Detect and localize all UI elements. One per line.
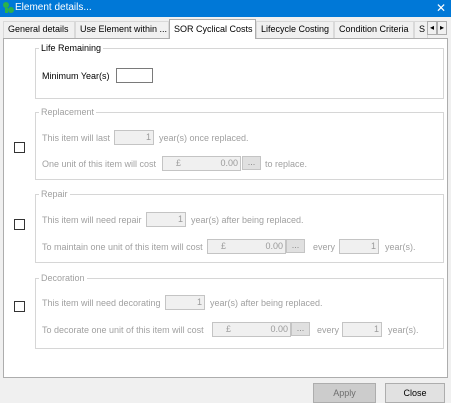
currency-symbol: £ [226, 324, 232, 334]
decoration-cost-value: 0.00 [270, 324, 288, 334]
repair-need-label: This item will need repair [42, 215, 142, 225]
decoration-cost-input[interactable]: £ 0.00 [212, 322, 291, 337]
decoration-years-input[interactable]: 1 [165, 295, 205, 310]
close-icon[interactable]: ✕ [433, 0, 449, 16]
repair-years-input[interactable]: 1 [146, 212, 186, 227]
replacement-cost-suffix: to replace. [265, 159, 308, 169]
replacement-group: Replacement This item will last 1 year(s… [35, 107, 444, 180]
tab-use-element-within[interactable]: Use Element within ... [75, 21, 169, 38]
decoration-checkbox[interactable] [14, 301, 25, 312]
window-title: Element details... [15, 2, 92, 13]
decoration-need-suffix: year(s) after being replaced. [210, 298, 323, 308]
currency-symbol: £ [176, 158, 182, 168]
repair-title: Repair [39, 189, 70, 200]
decoration-cost-label: To decorate one unit of this item will c… [42, 325, 204, 335]
replacement-cost-value: 0.00 [220, 158, 238, 168]
repair-checkbox[interactable] [14, 219, 25, 230]
repair-every-input[interactable]: 1 [339, 239, 379, 254]
repair-cost-input[interactable]: £ 0.00 [207, 239, 286, 254]
life-remaining-group: Life Remaining Minimum Year(s) [35, 43, 444, 99]
repair-every-suffix: year(s). [385, 242, 416, 252]
currency-symbol: £ [221, 241, 227, 251]
decoration-cost-lookup-button[interactable]: ... [291, 322, 310, 336]
tab-scroll-left-icon[interactable]: ◂ [427, 21, 437, 35]
tab-lifecycle-costing[interactable]: Lifecycle Costing [256, 21, 334, 38]
tab-sor-cyclical-costs[interactable]: SOR Cyclical Costs [169, 19, 256, 39]
decoration-every-suffix: year(s). [388, 325, 419, 335]
decoration-title: Decoration [39, 273, 87, 284]
repair-group: Repair This item will need repair 1 year… [35, 189, 444, 263]
replacement-cost-input[interactable]: £ 0.00 [162, 156, 241, 171]
replacement-cost-label: One unit of this item will cost [42, 159, 157, 169]
decoration-group: Decoration This item will need decoratin… [35, 273, 444, 349]
app-icon [3, 2, 14, 13]
repair-cost-lookup-button[interactable]: ... [286, 239, 305, 253]
life-remaining-title: Life Remaining [39, 43, 104, 54]
tab-general-details[interactable]: General details [3, 21, 75, 38]
replacement-title: Replacement [39, 107, 97, 118]
replacement-cost-lookup-button[interactable]: ... [242, 156, 261, 170]
replacement-years-input[interactable]: 1 [114, 130, 154, 145]
repair-cost-label: To maintain one unit of this item will c… [42, 242, 203, 252]
replacement-last-label: This item will last [42, 133, 111, 143]
apply-button[interactable]: Apply [313, 383, 376, 403]
decoration-need-label: This item will need decorating [42, 298, 161, 308]
close-button[interactable]: Close [385, 383, 445, 403]
tab-condition-criteria[interactable]: Condition Criteria [334, 21, 414, 38]
repair-cost-value: 0.00 [265, 241, 283, 251]
replacement-checkbox[interactable] [14, 142, 25, 153]
title-bar: Element details... ✕ [0, 0, 451, 17]
minimum-years-label: Minimum Year(s) [42, 71, 110, 81]
tab-scroll-right-icon[interactable]: ▸ [437, 21, 447, 35]
decoration-every-input[interactable]: 1 [342, 322, 382, 337]
decoration-every-label: every [317, 325, 340, 335]
minimum-years-input[interactable] [116, 68, 153, 83]
replacement-last-suffix: year(s) once replaced. [159, 133, 249, 143]
repair-every-label: every [313, 242, 336, 252]
repair-need-suffix: year(s) after being replaced. [191, 215, 304, 225]
tab-strip: General details Use Element within ... S… [0, 19, 451, 39]
tab-partial[interactable]: S [414, 21, 428, 38]
tab-panel: Life Remaining Minimum Year(s) Replaceme… [3, 38, 448, 378]
